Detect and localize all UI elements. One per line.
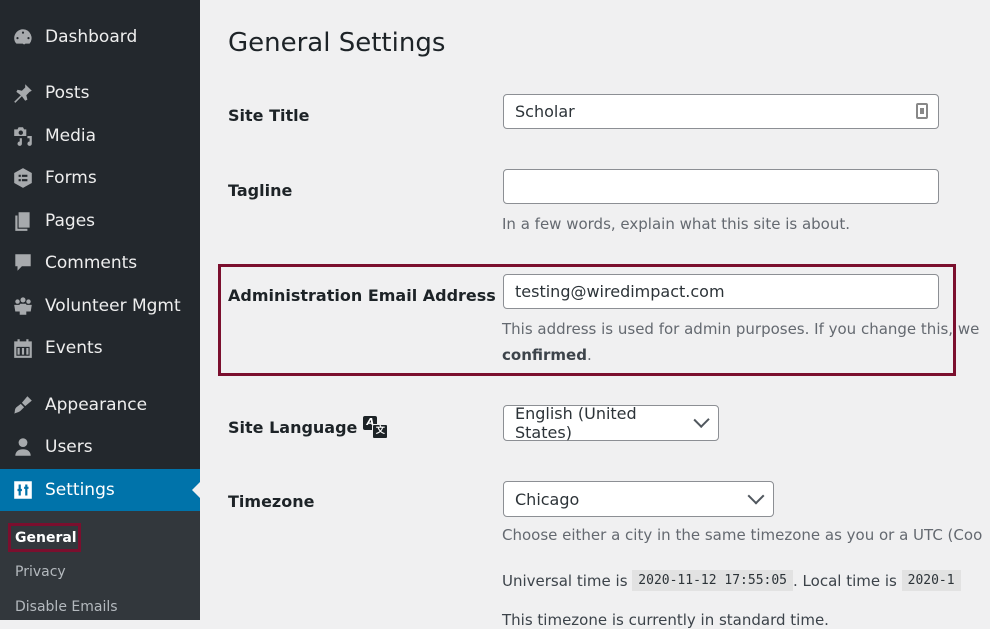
sidebar-item-label: Comments	[45, 253, 138, 273]
timezone-description: Choose either a city in the same timezon…	[502, 526, 983, 544]
time-info: Universal time is 2020-11-12 17:55:05 . …	[502, 570, 961, 591]
admin-email-value: testing@wiredimpact.com	[515, 282, 725, 301]
tagline-input[interactable]	[503, 169, 939, 204]
admin-email-input[interactable]: testing@wiredimpact.com	[503, 274, 939, 309]
site-language-label: Site Language A 文	[228, 416, 389, 439]
sidebar-item-label: Posts	[45, 83, 90, 103]
sidebar-item-comments[interactable]: Comments	[0, 243, 200, 283]
tagline-description: In a few words, explain what this site i…	[502, 215, 851, 233]
sidebar-item-label: Volunteer Mgmt	[45, 296, 181, 316]
local-time-prefix: . Local time is	[793, 571, 897, 590]
brush-icon	[11, 393, 35, 417]
sidebar-item-events[interactable]: Events	[0, 328, 200, 368]
sidebar-item-volunteer-mgmt[interactable]: Volunteer Mgmt	[0, 286, 200, 326]
sidebar-item-posts[interactable]: Posts	[0, 73, 200, 113]
page-title: General Settings	[228, 28, 446, 58]
chevron-down-icon	[747, 487, 765, 505]
sidebar-item-label: Users	[45, 437, 93, 457]
pages-icon	[11, 209, 35, 233]
admin-email-label: Administration Email Address	[228, 286, 496, 305]
sidebar-item-label: Dashboard	[45, 27, 138, 47]
site-title-label: Site Title	[228, 106, 310, 125]
sidebar-item-label: Events	[45, 338, 103, 358]
sidebar-item-label: Pages	[45, 211, 96, 231]
settings-main: General Settings Site Title Scholar Tagl…	[200, 0, 990, 629]
site-title-value: Scholar	[515, 102, 575, 121]
period: .	[586, 346, 592, 364]
autofill-icon	[916, 103, 928, 119]
sidebar-item-dashboard[interactable]: Dashboard	[0, 17, 200, 57]
sidebar-item-label: Settings	[45, 480, 115, 500]
translation-icon: A 文	[363, 416, 389, 439]
groups-icon	[11, 294, 35, 318]
chevron-down-icon	[693, 411, 710, 429]
forms-icon	[11, 166, 35, 190]
pin-icon	[11, 81, 35, 105]
sidebar-item-appearance[interactable]: Appearance	[0, 385, 200, 425]
timezone-value: Chicago	[515, 489, 580, 509]
tagline-label: Tagline	[228, 181, 293, 200]
timezone-label: Timezone	[228, 492, 315, 511]
sidebar-item-media[interactable]: Media	[0, 116, 200, 156]
local-time-value: 2020-1	[901, 570, 961, 591]
admin-email-description-cont: confirmed.	[502, 346, 592, 364]
universal-time-value: 2020-11-12 17:55:05	[632, 570, 794, 591]
media-icon	[11, 124, 35, 148]
comment-icon	[11, 251, 35, 275]
sidebar-item-forms[interactable]: Forms	[0, 158, 200, 198]
site-language-select[interactable]: English (United States)	[503, 404, 719, 442]
user-icon	[11, 435, 35, 459]
sidebar-item-label: Appearance	[45, 395, 148, 415]
sidebar-item-label: Media	[45, 126, 97, 146]
settings-icon	[11, 478, 35, 502]
standard-time-note: This timezone is currently in standard t…	[502, 611, 829, 629]
active-indicator-arrow	[192, 482, 200, 498]
calendar-icon	[11, 336, 35, 360]
dashboard-icon	[11, 25, 35, 49]
site-language-value: English (United States)	[515, 404, 637, 442]
admin-email-description: This address is used for admin purposes.…	[502, 320, 980, 338]
sidebar-item-settings[interactable]: Settings	[0, 469, 200, 511]
confirmed-text: confirmed	[502, 346, 587, 364]
timezone-select[interactable]: Chicago	[503, 481, 774, 517]
universal-time-prefix: Universal time is	[502, 571, 628, 590]
sidebar-item-label: Forms	[45, 168, 97, 188]
sidebar-item-pages[interactable]: Pages	[0, 201, 200, 241]
sidebar-item-users[interactable]: Users	[0, 427, 200, 467]
admin-sidebar: Dashboard Posts Media Forms Pages Commen…	[0, 0, 200, 620]
general-highlight-box	[8, 523, 81, 552]
site-title-input[interactable]: Scholar	[503, 94, 939, 129]
submenu-item-disable-emails[interactable]: Disable Emails	[15, 599, 118, 615]
submenu-item-privacy[interactable]: Privacy	[15, 564, 66, 580]
site-language-label-text: Site Language	[228, 417, 358, 437]
